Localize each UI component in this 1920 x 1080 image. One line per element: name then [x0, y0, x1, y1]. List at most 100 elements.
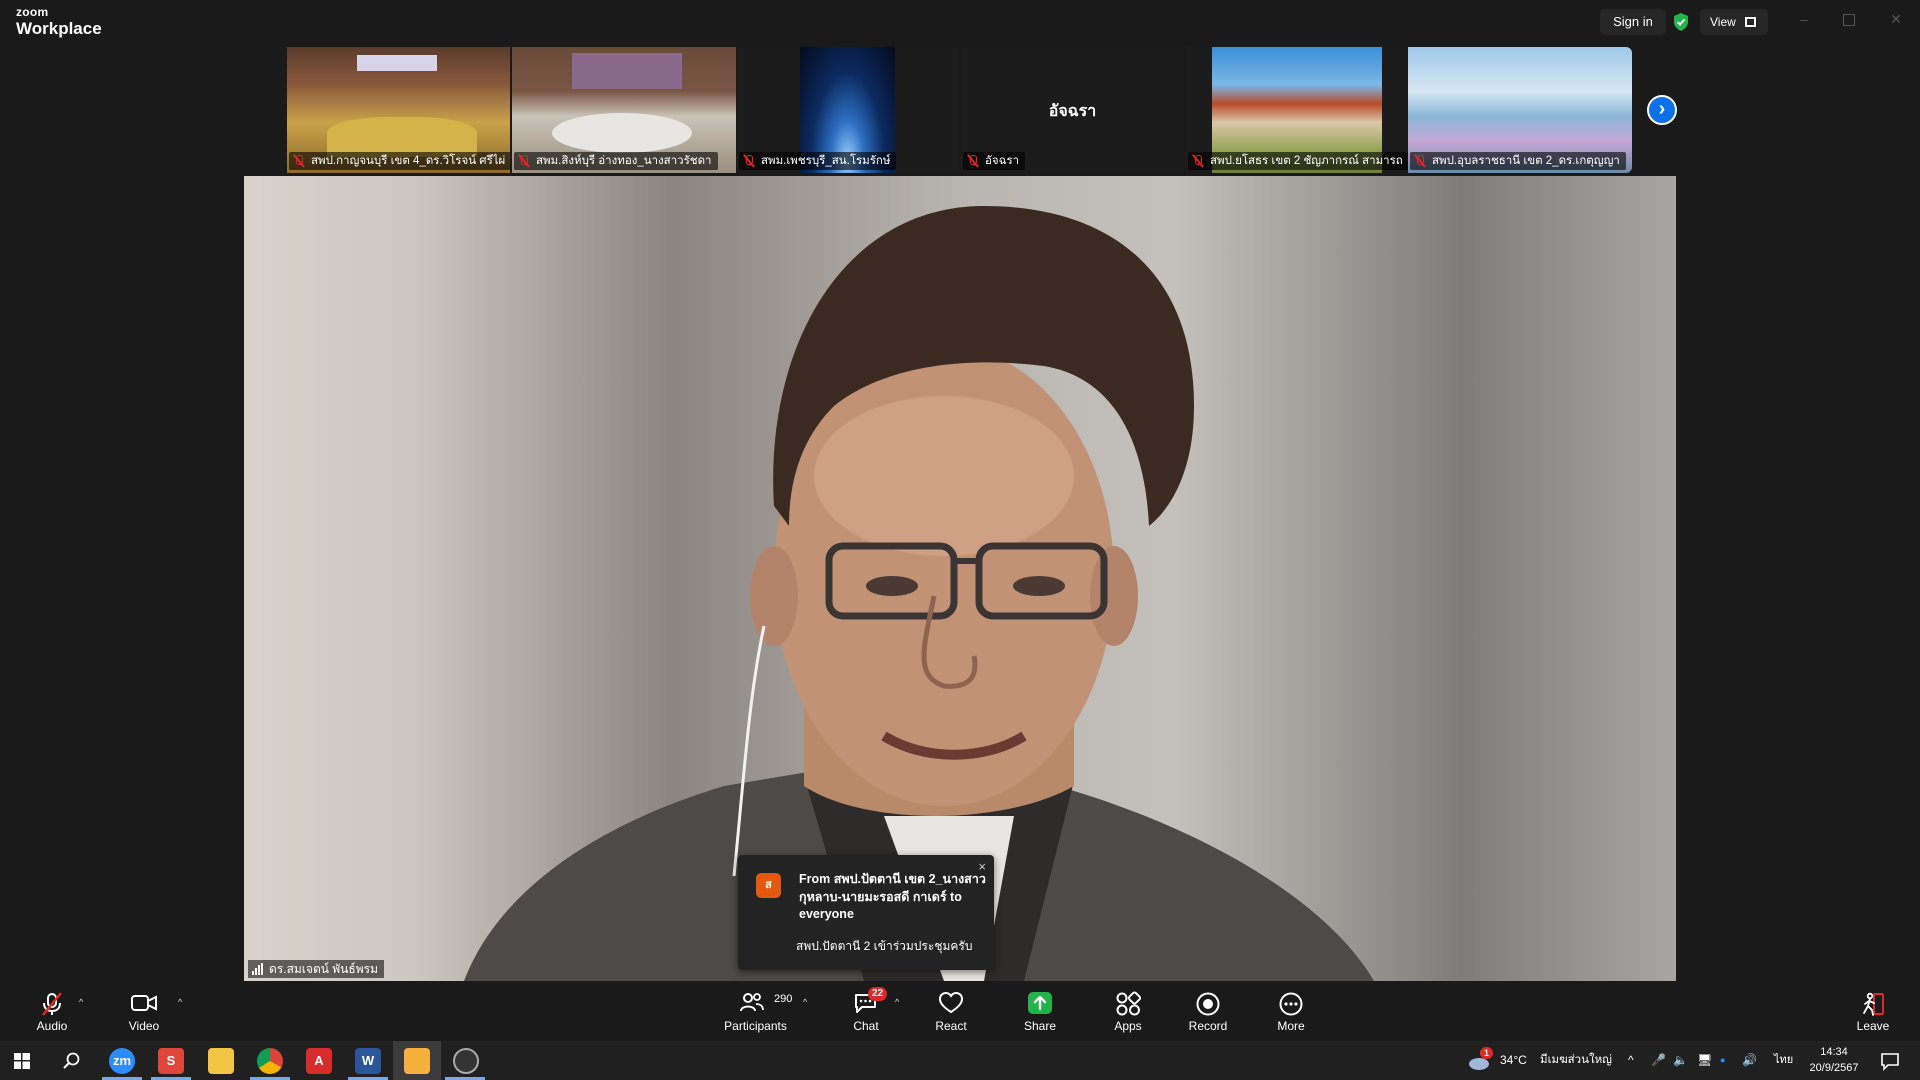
participants-icon — [740, 993, 764, 1012]
minimize-icon[interactable]: – — [1797, 12, 1811, 26]
participant-name-display: อัจฉรา — [1048, 103, 1097, 120]
banner-image — [357, 55, 437, 71]
thumbnail-name: สพม.เพชรบุรี_สน.โรมรักษ์ — [761, 155, 891, 167]
volume-icon[interactable]: 🔊 — [1742, 1041, 1757, 1080]
share-screen-icon — [1028, 992, 1052, 1014]
chrome-icon[interactable] — [257, 1048, 283, 1074]
decoration-image — [327, 117, 477, 157]
video-label: Video — [128, 1019, 160, 1033]
share-button[interactable]: Share — [1017, 981, 1063, 1041]
participants-options-caret[interactable]: ^ — [803, 997, 807, 1007]
grid-icon — [1745, 17, 1756, 27]
leave-button[interactable]: Leave — [1850, 981, 1896, 1041]
file-explorer-icon[interactable] — [208, 1048, 234, 1074]
clock-date: 20/9/2567 — [1809, 1062, 1859, 1074]
participants-button[interactable]: 290 Participants — [718, 981, 793, 1041]
mic-muted-icon — [1192, 154, 1204, 168]
mic-muted-icon — [967, 154, 979, 168]
search-icon[interactable] — [63, 1052, 81, 1070]
microphone-icon[interactable]: 🎤 — [1651, 1041, 1666, 1080]
brand-big: Workplace — [16, 19, 102, 38]
weather-badge: 1 — [1480, 1047, 1494, 1059]
mic-muted-icon — [293, 154, 305, 168]
speaker-name: ดร.สมเจตน์ พันธ์พรม — [269, 962, 378, 976]
thumbnail-label: สพป.กาญจนบุรี เขต 4_ดร.วิโรจน์ ศรีไผ่ — [289, 152, 510, 170]
video-options-caret[interactable]: ^ — [178, 997, 182, 1007]
apps-button[interactable]: Apps — [1105, 981, 1151, 1041]
mic-muted-icon — [518, 154, 530, 168]
zoom-icon[interactable]: zm — [109, 1048, 135, 1074]
close-window-icon[interactable]: ✕ — [1889, 12, 1903, 26]
clock[interactable]: 14:34 20/9/2567 — [1800, 1044, 1868, 1076]
clock-time: 14:34 — [1820, 1046, 1848, 1058]
more-label: More — [1277, 1019, 1305, 1033]
chat-options-caret[interactable]: ^ — [895, 997, 899, 1007]
more-button[interactable]: More — [1268, 981, 1314, 1041]
start-icon[interactable] — [14, 1053, 30, 1069]
zoom-tray-icon[interactable]: ● — [1720, 1041, 1725, 1080]
banner-image — [572, 53, 682, 89]
network-icon[interactable]: 🖥 — [1697, 1041, 1712, 1080]
chevron-right-icon: › — [1658, 98, 1666, 120]
next-page-button[interactable]: › — [1647, 95, 1677, 125]
weather-temperature[interactable]: 34°C — [1500, 1041, 1527, 1080]
chat-message-text: สพป.ปัตตานี 2 เข้าร่วมประชุมครับ — [796, 939, 973, 953]
acrobat-icon[interactable]: A — [306, 1048, 332, 1074]
thumbnail-name: สพม.สิงห์บุรี อ่างทอง_นางสาวรัชดา — [536, 155, 712, 167]
word-icon[interactable]: W — [355, 1048, 381, 1074]
video-button[interactable]: Video — [114, 981, 174, 1041]
thumbnail-label: อัจฉรา — [963, 152, 1026, 170]
participants-label: Participants — [724, 1019, 787, 1033]
video-thumbnail[interactable]: อัจฉรา อัจฉรา — [961, 47, 1184, 173]
video-thumbnail[interactable]: สพป.ยโสธร เขต 2 ชัญภากรณ์ สามารถ — [1186, 47, 1409, 173]
sign-in-button[interactable]: Sign in — [1600, 9, 1666, 35]
sender-avatar: ส — [756, 873, 781, 898]
table-image — [552, 113, 692, 153]
speaker-name-label: ดร.สมเจตน์ พันธ์พรม — [248, 960, 384, 978]
mic-muted-icon — [743, 154, 755, 168]
chevron-up-icon[interactable]: ^ — [1628, 1041, 1634, 1080]
close-icon[interactable]: × — [978, 859, 986, 874]
view-label: View — [1710, 15, 1736, 29]
record-button[interactable]: Record — [1185, 981, 1231, 1041]
thumbnail-name: อัจฉรา — [985, 155, 1020, 167]
meeting-toolbar: Audio ^ Video ^ 290 Participants ^ 22 Ch… — [0, 981, 1920, 1041]
view-button[interactable]: View — [1700, 9, 1768, 35]
chat-label: Chat — [853, 1019, 879, 1033]
restore-icon[interactable] — [1843, 14, 1855, 26]
weather-description[interactable]: มีเมฆส่วนใหญ่ — [1540, 1041, 1612, 1080]
brand-small: zoom — [16, 5, 49, 19]
title-bar: zoom Workplace Sign in View – ✕ — [0, 0, 1920, 44]
zoom-workplace-logo: zoom Workplace — [16, 6, 102, 37]
video-thumbnail[interactable]: สพป.กาญจนบุรี เขต 4_ดร.วิโรจน์ ศรีไผ่ — [287, 47, 510, 173]
shield-icon[interactable] — [1672, 12, 1690, 32]
leave-label: Leave — [1856, 1019, 1890, 1033]
heart-icon — [938, 991, 964, 1014]
video-thumbnail[interactable]: สพม.เพชรบุรี_สน.โรมรักษ์ — [737, 47, 959, 173]
chat-sender-text: From สพป.ปัตตานี เขต 2_นางสาวกุหลาบ-นายม… — [799, 872, 986, 921]
speaker-icon[interactable]: 🔈 — [1673, 1041, 1688, 1080]
language-indicator[interactable]: ไทย — [1774, 1041, 1793, 1080]
obs-icon[interactable] — [453, 1048, 479, 1074]
react-label: React — [935, 1019, 967, 1033]
chat-button[interactable]: 22 Chat — [843, 981, 889, 1041]
share-label: Share — [1023, 1019, 1057, 1033]
thumbnail-label: สพป.อุบลราชธานี เขต 2_ดร.เกตุญญา — [1410, 152, 1626, 170]
mic-muted-icon — [1414, 154, 1426, 168]
s-app-icon[interactable]: S — [158, 1048, 184, 1074]
signal-strength-icon — [252, 963, 263, 975]
video-thumbnail[interactable]: สพป.อุบลราชธานี เขต 2_ดร.เกตุญญา — [1408, 47, 1632, 173]
audio-button[interactable]: Audio — [22, 981, 82, 1041]
windows-taskbar: zm S A W 1 34°C มีเมฆส่วนใหญ่ ^ 🎤 🔈 🖥 ● … — [0, 1041, 1920, 1080]
mic-muted-icon — [42, 992, 62, 1016]
react-button[interactable]: React — [928, 981, 974, 1041]
thumbnail-name: สพป.อุบลราชธานี เขต 2_ดร.เกตุญญา — [1432, 155, 1620, 167]
video-thumbnail[interactable]: สพม.สิงห์บุรี อ่างทอง_นางสาวรัชดา — [512, 47, 736, 173]
chat-notification-popup[interactable]: ส From สพป.ปัตตานี เขต 2_นางสาวกุหลาบ-นา… — [738, 855, 994, 970]
notification-icon[interactable] — [1880, 1051, 1900, 1071]
thumbnail-label: สพม.เพชรบุรี_สน.โรมรักษ์ — [739, 152, 897, 170]
thumbnail-name: สพป.ยโสธร เขต 2 ชัญภากรณ์ สามารถ — [1210, 155, 1403, 167]
audio-options-caret[interactable]: ^ — [79, 997, 83, 1007]
audio-label: Audio — [36, 1019, 68, 1033]
apps-icon — [1116, 991, 1141, 1016]
